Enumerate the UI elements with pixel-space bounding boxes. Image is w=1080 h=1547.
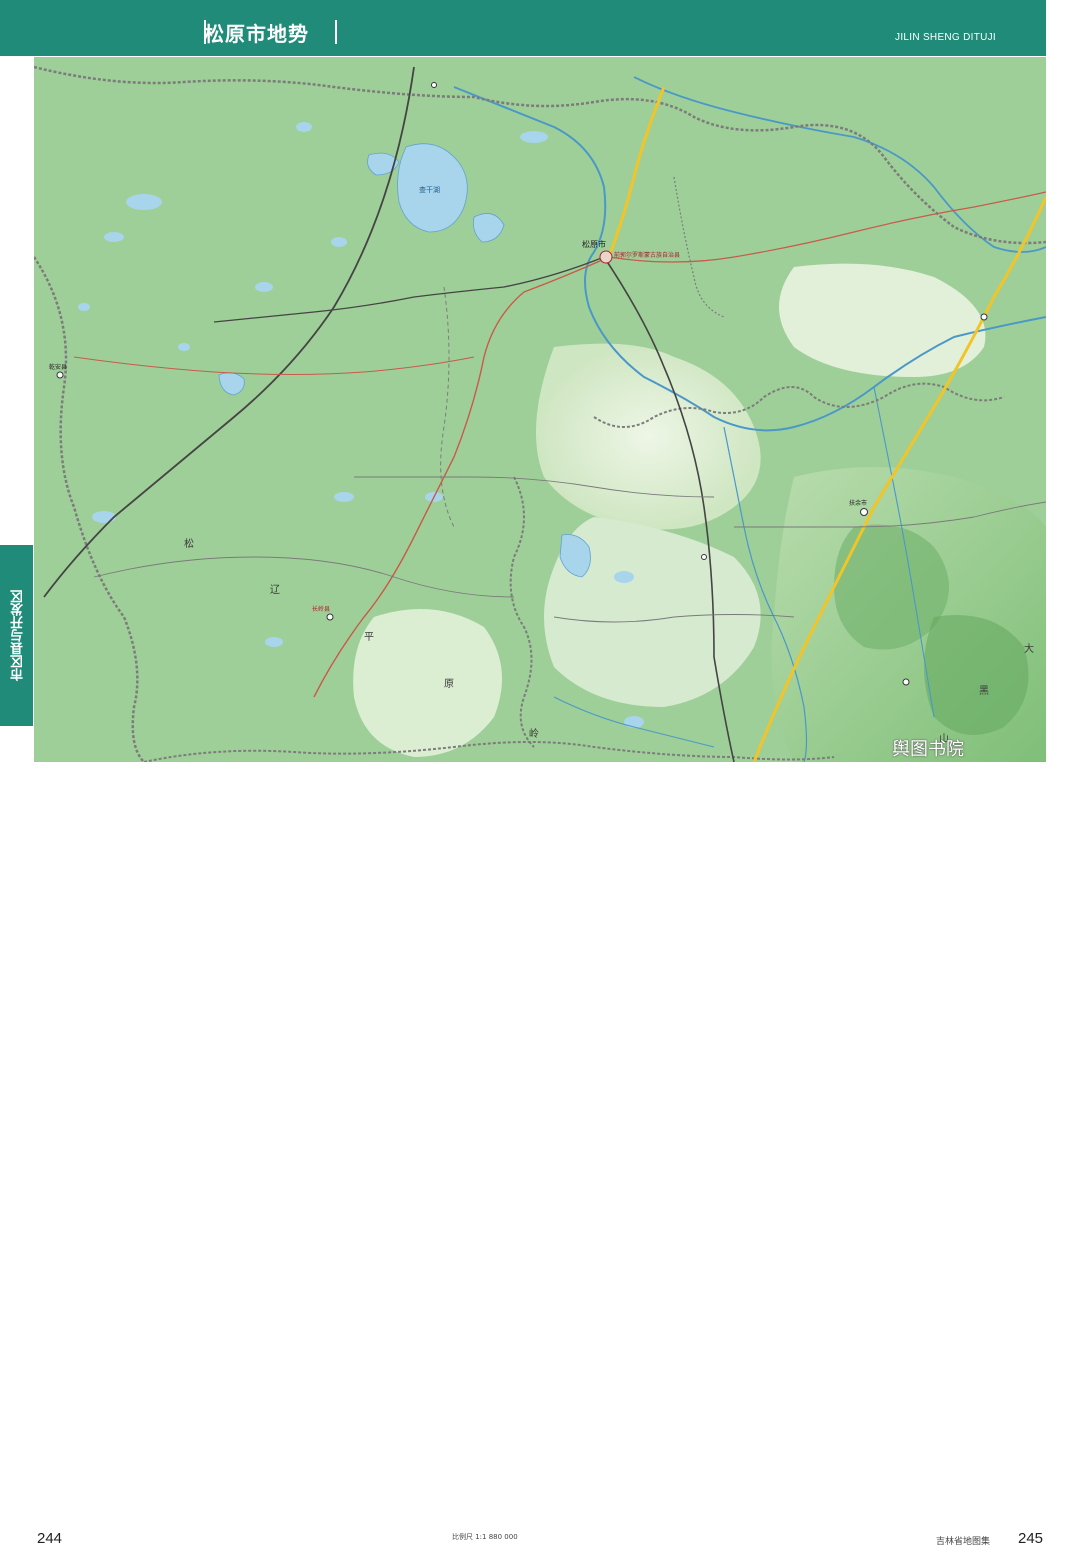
lake <box>126 194 162 210</box>
region-label: 辽 <box>270 584 280 596</box>
county-marker[interactable] <box>860 508 868 516</box>
lake <box>296 122 312 132</box>
lake <box>624 716 644 728</box>
lake <box>520 131 548 143</box>
region-label: 平 <box>364 632 374 643</box>
region-label: 大 <box>1024 642 1034 655</box>
label-qianguo: 前郭尔罗斯蒙古族自治县 <box>614 251 680 259</box>
page-title: 松原市地势 <box>204 22 309 46</box>
terrain-map[interactable]: 松原市 前郭尔罗斯蒙古族自治县 乾安县 长岭县 扶余市 查干湖 松 辽 平 原 … <box>34 57 1046 762</box>
page-number-left: 244 <box>37 1530 63 1547</box>
town-marker[interactable] <box>980 313 988 321</box>
town-marker[interactable] <box>902 678 910 686</box>
city-marker[interactable] <box>599 250 613 264</box>
label-changling: 长岭县 <box>312 605 330 613</box>
lake <box>255 282 273 292</box>
county-marker[interactable] <box>56 371 64 379</box>
title-divider-right <box>335 20 337 44</box>
lake <box>331 237 347 247</box>
label-fuyu: 扶余市 <box>849 499 867 507</box>
lake <box>265 637 283 647</box>
lake <box>92 511 116 523</box>
region-label: 原 <box>444 678 454 690</box>
label-chagan-lake: 查干湖 <box>419 185 440 194</box>
page-footer: 244 比例尺 1:1 880 000 吉林省地图集 245 <box>0 762 1080 1547</box>
lake <box>104 232 124 242</box>
map-scale: 比例尺 1:1 880 000 <box>452 1533 518 1541</box>
region-label: 松 <box>184 537 194 550</box>
region-label: 岭 <box>529 727 539 740</box>
label-city-songyuan: 松原市 <box>582 239 606 249</box>
atlas-page: 松原市地势 JILIN SHENG DITUJI 市区县与开发区 松原市 前郭尔… <box>0 0 1080 1547</box>
section-tab-label: 市区县与开发区 <box>11 590 26 681</box>
town-marker[interactable] <box>701 554 707 560</box>
watermark: 舆图书院 <box>892 739 964 760</box>
county-marker[interactable] <box>326 613 334 621</box>
town-marker[interactable] <box>431 82 437 88</box>
lake <box>78 303 90 311</box>
atlas-name: 吉林省地图集 <box>936 1537 991 1547</box>
region-label: 黑 <box>979 685 989 697</box>
lake <box>334 492 354 502</box>
header-bar: 松原市地势 JILIN SHENG DITUJI <box>0 0 1046 56</box>
terrain-map-svg: 松原市 前郭尔罗斯蒙古族自治县 乾安县 长岭县 扶余市 查干湖 松 辽 平 原 … <box>34 57 1046 762</box>
lake <box>614 571 634 583</box>
label-qianan: 乾安县 <box>49 363 67 371</box>
lake <box>178 343 190 351</box>
page-number-right: 245 <box>1018 1530 1044 1547</box>
atlas-subtitle: JILIN SHENG DITUJI <box>895 32 996 43</box>
